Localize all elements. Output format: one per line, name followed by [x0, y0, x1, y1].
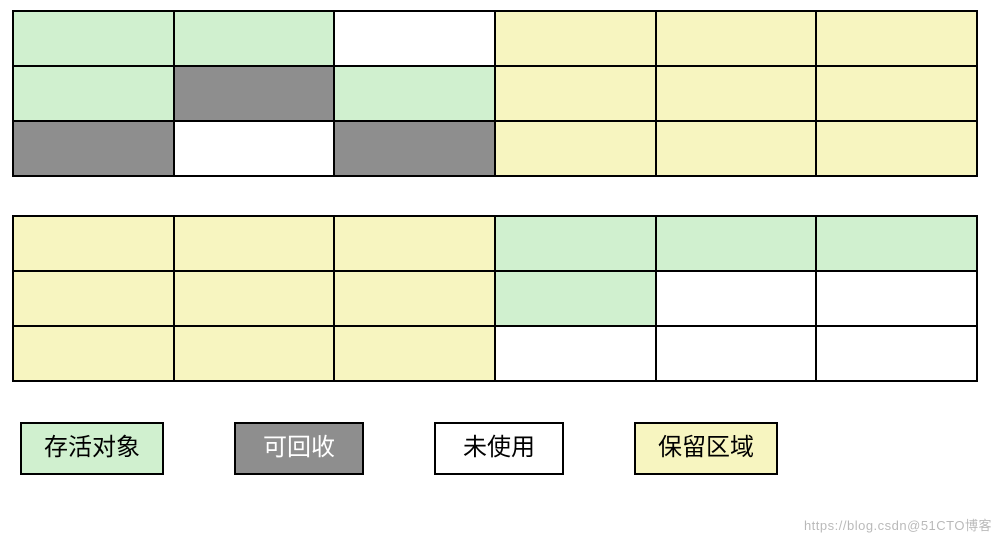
cell-reserved: [13, 326, 174, 381]
cell-reserved: [334, 216, 495, 271]
cell-reserved: [495, 121, 656, 176]
cell-unused: [816, 326, 977, 381]
cell-reserved: [174, 216, 335, 271]
cell-unused: [174, 121, 335, 176]
cell-reserved: [816, 66, 977, 121]
legend-reclaim: 可回收: [234, 422, 364, 475]
cell-unused: [334, 11, 495, 66]
cell-reserved: [656, 66, 817, 121]
cell-alive: [495, 271, 656, 326]
cell-reclaim: [13, 121, 174, 176]
legend-alive: 存活对象: [20, 422, 164, 475]
cell-alive: [816, 216, 977, 271]
cell-reserved: [656, 11, 817, 66]
cell-reserved: [334, 271, 495, 326]
cell-reserved: [13, 216, 174, 271]
cell-alive: [495, 216, 656, 271]
cell-reclaim: [334, 121, 495, 176]
cell-alive: [13, 11, 174, 66]
cell-reserved: [656, 121, 817, 176]
legend-reserved: 保留区域: [634, 422, 778, 475]
cell-unused: [816, 271, 977, 326]
watermark-text: https://blog.csdn@51CTO博客: [804, 515, 992, 534]
legend: 存活对象 可回收 未使用 保留区域: [12, 422, 994, 475]
cell-unused: [656, 271, 817, 326]
cell-alive: [334, 66, 495, 121]
cell-alive: [656, 216, 817, 271]
cell-reserved: [816, 11, 977, 66]
memory-grid-bottom: [12, 215, 978, 382]
cell-reserved: [495, 11, 656, 66]
cell-unused: [495, 326, 656, 381]
cell-reserved: [816, 121, 977, 176]
cell-reserved: [174, 326, 335, 381]
cell-reserved: [13, 271, 174, 326]
cell-reserved: [495, 66, 656, 121]
cell-reclaim: [174, 66, 335, 121]
cell-unused: [656, 326, 817, 381]
memory-grid-top: [12, 10, 978, 177]
legend-unused: 未使用: [434, 422, 564, 475]
cell-alive: [13, 66, 174, 121]
cell-alive: [174, 11, 335, 66]
cell-reserved: [174, 271, 335, 326]
cell-reserved: [334, 326, 495, 381]
